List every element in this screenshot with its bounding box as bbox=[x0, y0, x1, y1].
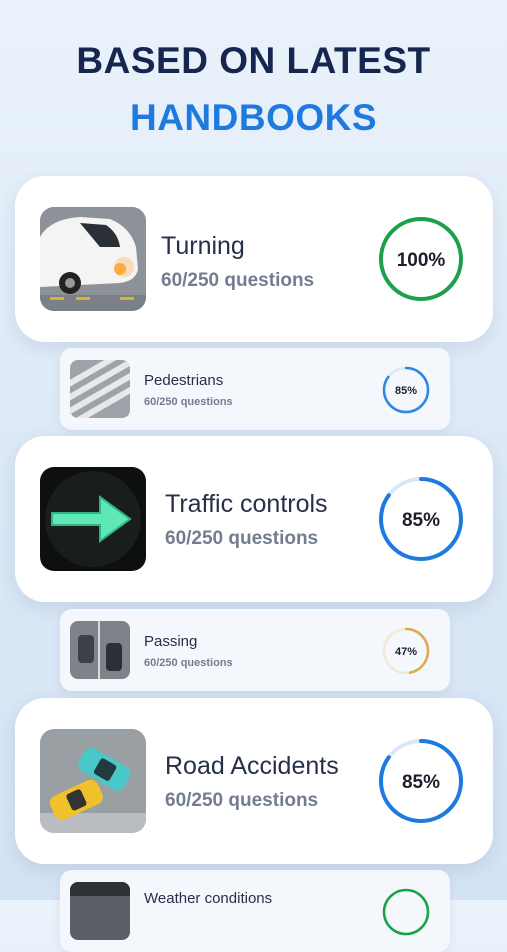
topic-card-traffic-controls[interactable]: Traffic controls 60/250 questions 85% bbox=[15, 436, 493, 602]
green-arrow-signal-photo-icon bbox=[40, 467, 146, 571]
car-turning-photo-icon bbox=[40, 207, 146, 311]
topic-subtitle: 60/250 questions bbox=[144, 657, 233, 669]
progress-percent: 85% bbox=[402, 772, 440, 793]
topic-card-weather-conditions[interactable]: Weather conditions bbox=[60, 870, 450, 952]
progress-ring: 85% bbox=[379, 477, 463, 561]
crosswalk-photo-icon bbox=[70, 360, 130, 418]
progress-ring: 47% bbox=[382, 627, 430, 675]
progress-percent: 100% bbox=[397, 250, 446, 271]
topic-title: Passing bbox=[144, 633, 198, 650]
topic-title: Traffic controls bbox=[165, 490, 328, 518]
topic-title: Pedestrians bbox=[144, 372, 224, 389]
topic-subtitle: 60/250 questions bbox=[165, 790, 319, 811]
topic-card-turning[interactable]: Turning 60/250 questions 100% bbox=[15, 176, 493, 342]
headline-line-1: BASED ON LATEST bbox=[76, 40, 431, 81]
weather-photo-icon bbox=[70, 882, 130, 940]
car-crash-photo-icon bbox=[40, 729, 146, 833]
progress-ring: 85% bbox=[382, 366, 430, 414]
topic-card-pedestrians[interactable]: Pedestrians 60/250 questions 85% bbox=[60, 348, 450, 430]
progress-ring bbox=[382, 888, 430, 936]
topic-subtitle: 60/250 questions bbox=[161, 270, 315, 291]
topic-card-road-accidents[interactable]: Road Accidents 60/250 questions 85% bbox=[15, 698, 493, 864]
topic-title: Road Accidents bbox=[165, 752, 339, 780]
headline-line-2: HANDBOOKS bbox=[129, 97, 378, 138]
progress-percent: 85% bbox=[402, 510, 440, 531]
topic-subtitle: 60/250 questions bbox=[165, 528, 319, 549]
topic-subtitle: 60/250 questions bbox=[144, 396, 233, 408]
topic-card-passing[interactable]: Passing 60/250 questions 47% bbox=[60, 609, 450, 691]
topic-title: Weather conditions bbox=[144, 890, 273, 907]
progress-percent: 85% bbox=[395, 385, 417, 397]
progress-ring: 85% bbox=[379, 739, 463, 823]
passing-cars-photo-icon bbox=[70, 621, 130, 679]
topic-title: Turning bbox=[161, 232, 245, 260]
progress-percent: 47% bbox=[395, 646, 417, 658]
progress-ring: 100% bbox=[379, 217, 463, 301]
